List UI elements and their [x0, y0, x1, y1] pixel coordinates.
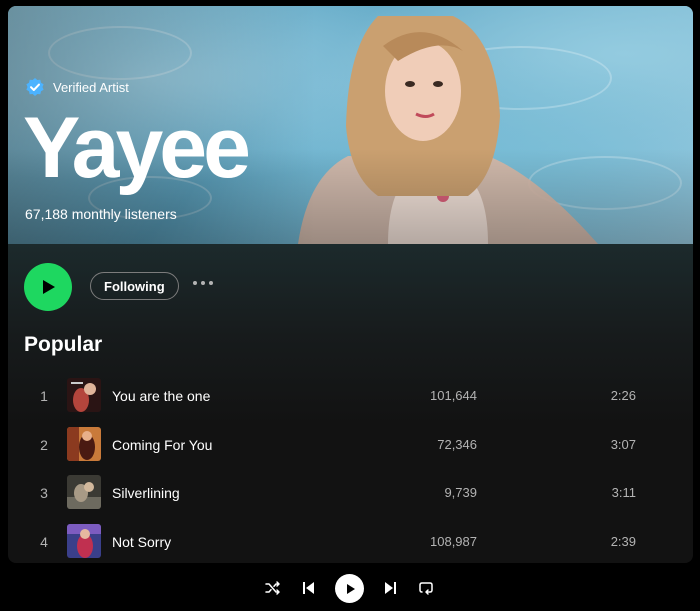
- artist-page: Verified Artist Yayee 67,188 monthly lis…: [8, 6, 693, 563]
- more-options-button[interactable]: [189, 277, 217, 289]
- shuffle-button[interactable]: [263, 578, 283, 598]
- track-row[interactable]: 3 Silverlining 9,739 3:11: [8, 473, 693, 513]
- play-button[interactable]: [24, 263, 72, 311]
- more-icon: [193, 281, 197, 285]
- track-title[interactable]: Silverlining: [112, 485, 180, 501]
- track-plays: 9,739: [444, 485, 477, 500]
- track-cover: [67, 378, 101, 412]
- track-plays: 72,346: [437, 437, 477, 452]
- verified-badge-icon: [26, 78, 44, 96]
- track-number: 2: [40, 437, 48, 453]
- track-title[interactable]: Coming For You: [112, 437, 212, 453]
- repeat-button[interactable]: [416, 578, 436, 598]
- artist-name: Yayee: [23, 100, 251, 196]
- track-number: 3: [40, 485, 48, 501]
- next-button[interactable]: [381, 578, 401, 598]
- track-duration: 2:39: [610, 534, 636, 549]
- verified-text: Verified Artist: [53, 79, 129, 95]
- track-cover: [67, 427, 101, 461]
- track-number: 4: [40, 534, 48, 550]
- verified-artist-label: Verified Artist: [25, 77, 129, 97]
- previous-button[interactable]: [298, 578, 318, 598]
- track-title[interactable]: Not Sorry: [112, 534, 171, 550]
- track-row[interactable]: 1 You are the one 101,644 2:26: [8, 376, 693, 416]
- track-cover: [67, 524, 101, 558]
- track-row[interactable]: 2 Coming For You 72,346 3:07: [8, 425, 693, 465]
- track-duration: 2:26: [610, 388, 636, 403]
- section-title-popular: Popular: [24, 333, 103, 356]
- track-duration: 3:07: [610, 437, 636, 452]
- track-row[interactable]: 4 Not Sorry 108,987 2:39: [8, 522, 693, 562]
- track-duration: 3:11: [611, 485, 636, 500]
- play-icon: [43, 280, 55, 294]
- artist-header-image: Verified Artist Yayee 67,188 monthly lis…: [8, 6, 693, 244]
- track-number: 1: [40, 388, 48, 404]
- player-play-button[interactable]: [335, 574, 364, 603]
- previous-icon: [303, 582, 314, 594]
- action-bar: Following: [8, 260, 693, 320]
- next-icon: [385, 582, 396, 594]
- shuffle-icon: [265, 581, 280, 595]
- track-cover: [67, 475, 101, 509]
- track-plays: 108,987: [430, 534, 477, 549]
- monthly-listeners: 67,188 monthly listeners: [25, 206, 177, 222]
- playback-controls: [0, 566, 700, 611]
- track-title[interactable]: You are the one: [112, 388, 210, 404]
- repeat-icon: [419, 582, 433, 595]
- play-icon: [346, 583, 355, 594]
- track-plays: 101,644: [430, 388, 477, 403]
- following-button[interactable]: Following: [90, 272, 179, 300]
